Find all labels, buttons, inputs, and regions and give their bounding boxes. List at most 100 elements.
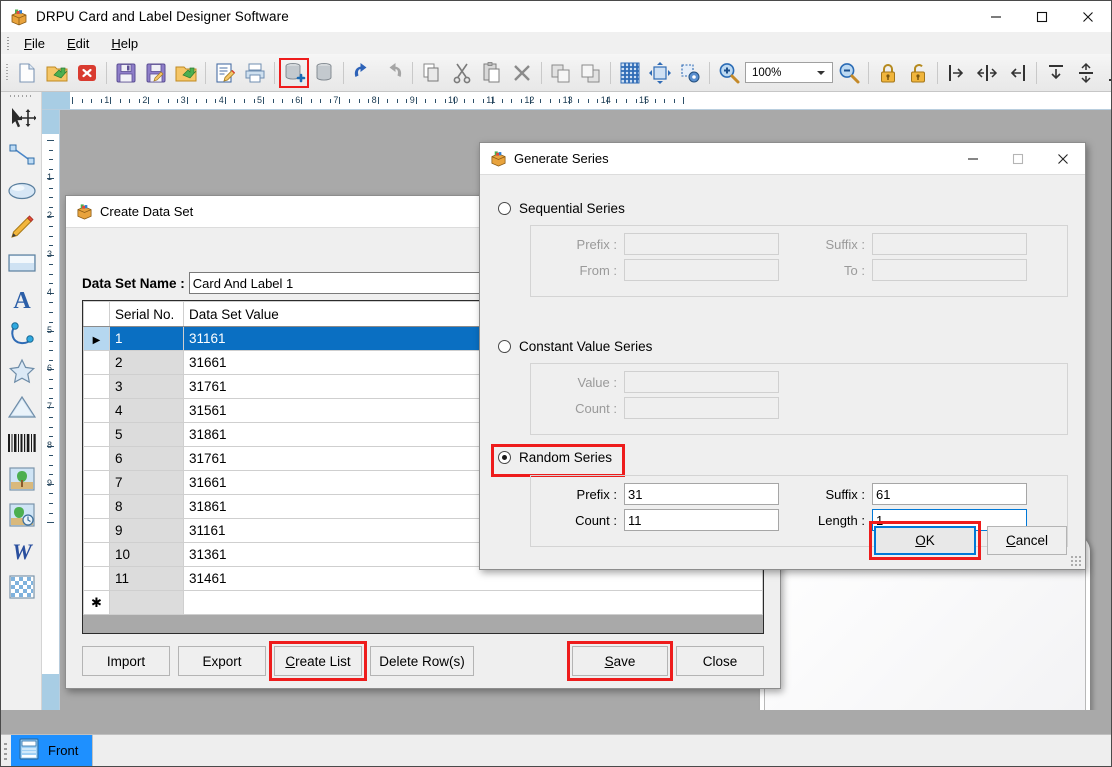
save-as-icon[interactable] xyxy=(141,58,171,88)
object-settings-icon[interactable] xyxy=(675,58,705,88)
line-tool-icon[interactable] xyxy=(1,137,42,173)
menu-item-file[interactable]: File xyxy=(13,33,56,54)
align-bottom-icon[interactable] xyxy=(1101,58,1111,88)
row-selector[interactable] xyxy=(83,494,110,519)
table-row[interactable]: 11 31461 xyxy=(83,566,763,591)
save-button[interactable]: Save xyxy=(572,646,668,676)
open-recent-icon[interactable] xyxy=(171,58,201,88)
delete-icon[interactable] xyxy=(507,58,537,88)
cell-serial-no[interactable]: 6 xyxy=(109,446,184,471)
import-button[interactable]: Import xyxy=(82,646,170,676)
cancel-button[interactable]: Cancel xyxy=(987,526,1067,555)
open-folder-icon[interactable] xyxy=(42,58,72,88)
background-tool-icon[interactable] xyxy=(1,569,42,605)
minimize-icon[interactable] xyxy=(973,1,1019,32)
menu-item-help[interactable]: Help xyxy=(100,33,149,54)
sequential-from-input[interactable] xyxy=(624,259,779,281)
align-middle-v-icon[interactable] xyxy=(1071,58,1101,88)
ok-button[interactable]: OK xyxy=(874,526,976,555)
paste-icon[interactable] xyxy=(477,58,507,88)
image-tool-icon[interactable] xyxy=(1,461,42,497)
resize-object-icon[interactable] xyxy=(645,58,675,88)
maximize-icon[interactable] xyxy=(1019,1,1065,32)
barcode-tool-icon[interactable] xyxy=(1,425,42,461)
close-button[interactable]: Close xyxy=(676,646,764,676)
column-header-selector[interactable] xyxy=(83,301,110,327)
zoom-level-combobox[interactable]: 100% xyxy=(745,62,833,83)
row-selector[interactable] xyxy=(83,518,110,543)
row-selector[interactable] xyxy=(83,422,110,447)
sequential-prefix-input[interactable] xyxy=(624,233,779,255)
row-selector[interactable] xyxy=(83,470,110,495)
text-tool-icon[interactable]: A xyxy=(1,281,42,317)
cell-serial-no[interactable]: 4 xyxy=(109,398,184,423)
cut-icon[interactable] xyxy=(447,58,477,88)
random-prefix-input[interactable]: 31 xyxy=(624,483,779,505)
random-series-radio-row[interactable]: Random Series xyxy=(490,444,626,477)
sequential-series-radio-row[interactable]: Sequential Series xyxy=(498,201,625,216)
create-data-set-icon[interactable] xyxy=(279,57,309,88)
constant-value-series-radio-row[interactable]: Constant Value Series xyxy=(498,339,652,354)
table-new-row[interactable]: ✱ xyxy=(83,590,763,615)
delete-rows-button[interactable]: Delete Row(s) xyxy=(370,646,474,676)
sequential-suffix-input[interactable] xyxy=(872,233,1027,255)
print-icon[interactable] xyxy=(240,58,270,88)
constant-value-input[interactable] xyxy=(624,371,779,393)
close-icon[interactable] xyxy=(1065,1,1111,32)
close-document-icon[interactable] xyxy=(72,58,102,88)
random-count-input[interactable]: 11 xyxy=(624,509,779,531)
cell-serial-no[interactable]: 3 xyxy=(109,374,184,399)
cell-serial-no[interactable]: 2 xyxy=(109,350,184,375)
star-tool-icon[interactable] xyxy=(1,353,42,389)
align-top-icon[interactable] xyxy=(1041,58,1071,88)
tool-palette-grip[interactable] xyxy=(1,92,41,101)
row-selector[interactable] xyxy=(83,398,110,423)
new-document-icon[interactable] xyxy=(12,58,42,88)
signature-tool-icon[interactable]: W xyxy=(1,533,42,569)
minimize-icon[interactable] xyxy=(950,143,995,175)
new-row-serial[interactable] xyxy=(109,590,184,615)
constant-count-input[interactable] xyxy=(624,397,779,419)
cell-serial-no[interactable]: 11 xyxy=(109,566,184,591)
watermark-tool-icon[interactable] xyxy=(1,497,42,533)
menu-item-edit[interactable]: Edit xyxy=(56,33,100,54)
cell-serial-no[interactable]: 8 xyxy=(109,494,184,519)
pencil-tool-icon[interactable] xyxy=(1,209,42,245)
bring-to-front-icon[interactable] xyxy=(546,58,576,88)
redo-icon[interactable] xyxy=(378,58,408,88)
page-tab-front[interactable]: Front xyxy=(11,734,94,766)
random-suffix-input[interactable]: 61 xyxy=(872,483,1027,505)
curve-tool-icon[interactable] xyxy=(1,317,42,353)
unlock-icon[interactable] xyxy=(903,58,933,88)
align-left-icon[interactable] xyxy=(942,58,972,88)
cell-serial-no[interactable]: 5 xyxy=(109,422,184,447)
lock-icon[interactable] xyxy=(873,58,903,88)
chevron-down-icon[interactable] xyxy=(817,70,825,75)
sequential-to-input[interactable] xyxy=(872,259,1027,281)
menu-grip[interactable] xyxy=(4,35,13,51)
page-tab-grip[interactable] xyxy=(1,737,11,765)
export-button[interactable]: Export xyxy=(178,646,266,676)
row-selector[interactable] xyxy=(83,374,110,399)
send-to-back-icon[interactable] xyxy=(576,58,606,88)
column-header-serial[interactable]: Serial No. xyxy=(109,301,184,327)
copy-icon[interactable] xyxy=(417,58,447,88)
row-selector[interactable] xyxy=(83,350,110,375)
save-icon[interactable] xyxy=(111,58,141,88)
rectangle-tool-icon[interactable] xyxy=(1,245,42,281)
zoom-in-icon[interactable] xyxy=(714,58,744,88)
cell-serial-no[interactable]: 1 xyxy=(109,326,184,351)
cell-serial-no[interactable]: 9 xyxy=(109,518,184,543)
align-center-h-icon[interactable] xyxy=(972,58,1002,88)
data-set-icon[interactable] xyxy=(309,58,339,88)
close-icon[interactable] xyxy=(1040,143,1085,175)
cell-serial-no[interactable]: 7 xyxy=(109,470,184,495)
cell-data-set-value[interactable]: 31461 xyxy=(183,566,763,591)
triangle-tool-icon[interactable] xyxy=(1,389,42,425)
toolbar-grip[interactable] xyxy=(4,62,12,84)
random-series-radio[interactable] xyxy=(498,451,511,464)
resize-grip-icon[interactable] xyxy=(1070,555,1082,567)
row-selector[interactable] xyxy=(83,446,110,471)
undo-icon[interactable] xyxy=(348,58,378,88)
row-selector[interactable] xyxy=(83,542,110,567)
